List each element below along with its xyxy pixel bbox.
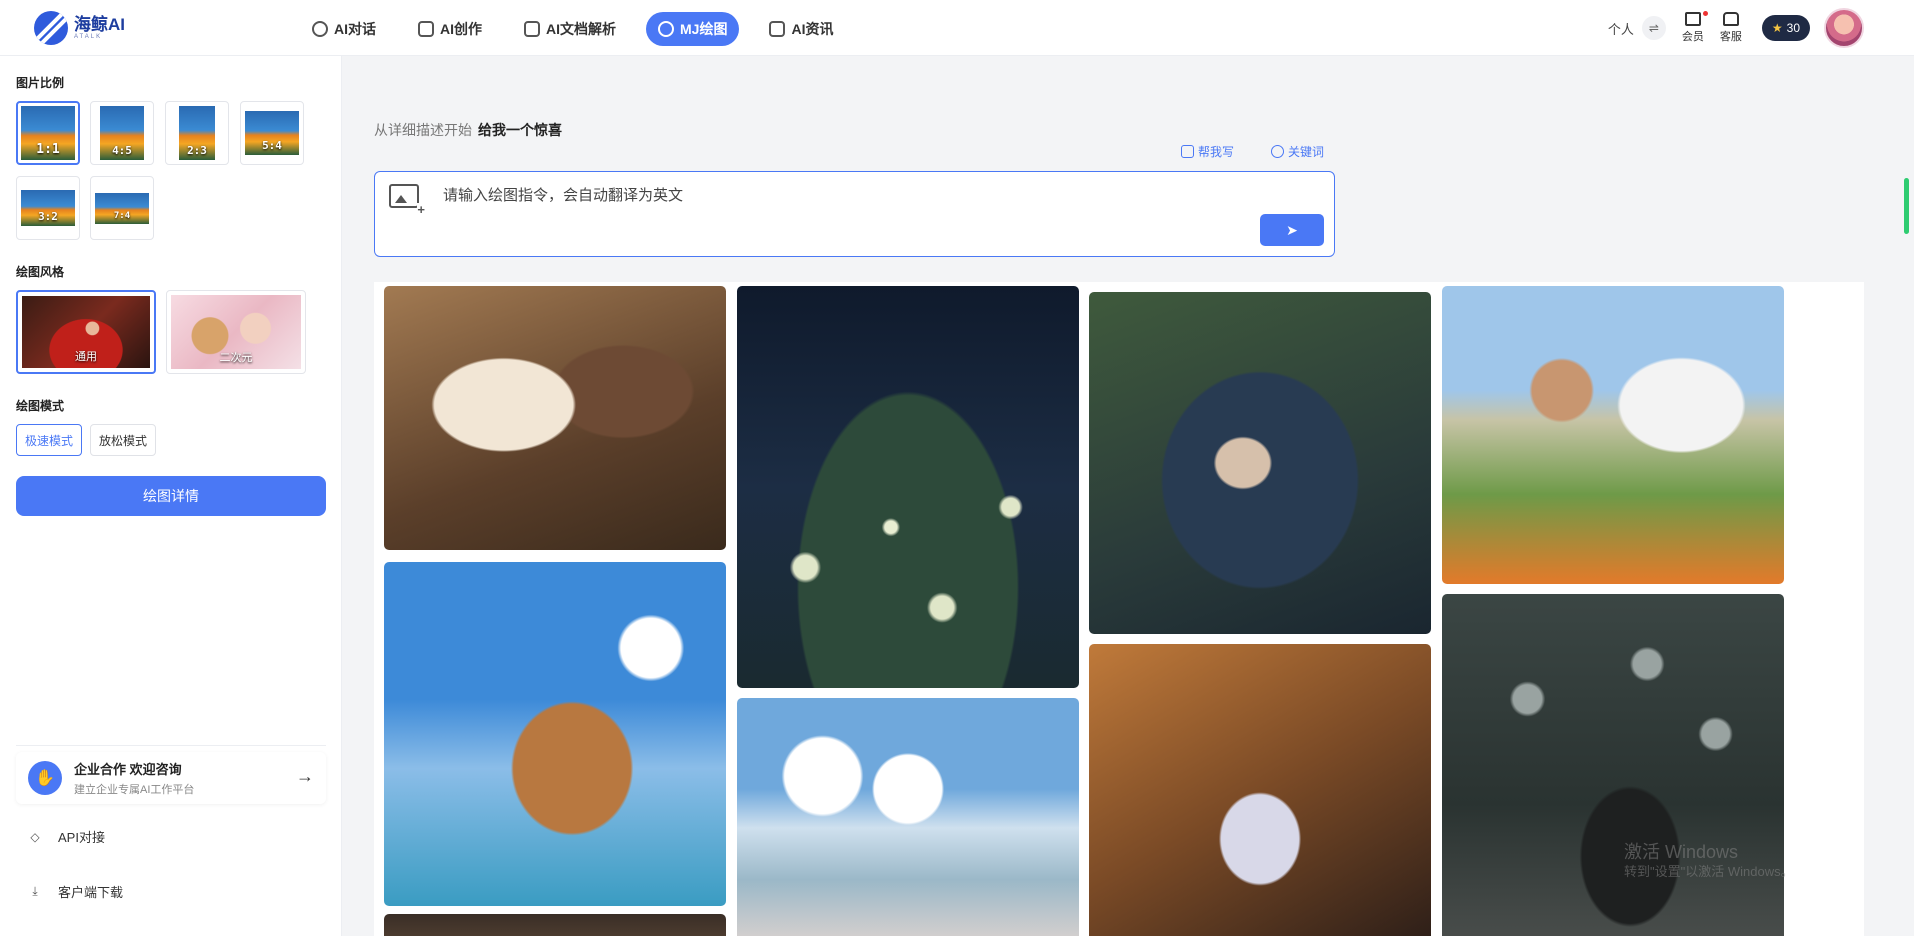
- gallery-image[interactable]: [384, 286, 726, 550]
- user-avatar[interactable]: [1824, 8, 1864, 48]
- main-nav: AI对话 AI创作 AI文档解析 MJ绘图 AI资讯: [300, 12, 863, 46]
- scrollbar-thumb[interactable]: [1904, 178, 1909, 234]
- nav-mj-drawing[interactable]: MJ绘图: [646, 12, 740, 46]
- watermark-line2: 转到"设置"以激活 Windows。: [1624, 863, 1794, 879]
- ratio-option-2-3[interactable]: 2:3: [165, 101, 229, 165]
- account-switch[interactable]: 个人 ⇌: [1608, 16, 1666, 40]
- ratio-thumbnail: 4:5: [100, 106, 144, 160]
- customer-service-button[interactable]: 客服: [1720, 12, 1742, 44]
- surprise-me-link[interactable]: 给我一个惊喜: [478, 122, 562, 138]
- enterprise-promo-card[interactable]: ✋ 企业合作 欢迎咨询 建立企业专属AI工作平台 →: [16, 752, 326, 804]
- logo[interactable]: 海鲸AI ATALK: [34, 11, 125, 45]
- personal-label: 个人: [1607, 21, 1634, 37]
- top-navigation-bar: 海鲸AI ATALK AI对话 AI创作 AI文档解析 MJ绘图 AI资讯 个人…: [0, 0, 1914, 56]
- send-button[interactable]: ➤: [1260, 214, 1324, 246]
- help-write-button[interactable]: 帮我写: [1181, 143, 1234, 160]
- crown-icon: [1684, 12, 1701, 26]
- mode-section-title: 绘图模式: [16, 399, 65, 413]
- api-icon: ◇: [30, 829, 40, 844]
- nav-label: MJ绘图: [680, 21, 728, 37]
- download-icon: ⤓: [32, 884, 38, 898]
- prompt-hint: 从详细描述开始 给我一个惊喜: [374, 120, 562, 140]
- style-thumbnail: 通用: [22, 296, 150, 368]
- nav-label: AI创作: [440, 21, 482, 37]
- gallery-image[interactable]: [737, 698, 1079, 936]
- ratio-option-3-2[interactable]: 3:2: [16, 176, 80, 240]
- pdf-icon: [524, 21, 540, 37]
- style-option-anime[interactable]: 二次元: [166, 290, 306, 374]
- ratio-thumbnail: 3:2: [21, 190, 75, 226]
- document-icon: [418, 21, 434, 37]
- edit-icon: [1181, 145, 1194, 158]
- style-option-general[interactable]: 通用: [16, 290, 156, 374]
- ratio-option-7-4[interactable]: 7:4: [90, 176, 154, 240]
- nav-ai-doc-parse[interactable]: AI文档解析: [512, 12, 628, 46]
- prompt-input[interactable]: [443, 180, 1223, 210]
- nav-ai-chat[interactable]: AI对话: [300, 12, 388, 46]
- settings-sidebar: 图片比例 1:1 4:5 2:3 5:4 3:2 7:4 绘图风格 通用 二次元…: [0, 56, 342, 936]
- drawing-details-button[interactable]: 绘图详情: [16, 476, 326, 516]
- gallery-image[interactable]: [384, 562, 726, 906]
- chat-icon: [312, 21, 328, 37]
- service-label: 客服: [1719, 31, 1742, 43]
- style-thumbnail: 二次元: [171, 295, 301, 369]
- gallery-image[interactable]: [737, 286, 1079, 688]
- ratio-option-1-1[interactable]: 1:1: [16, 101, 80, 165]
- logo-icon: [34, 11, 68, 45]
- sidebar-divider: [16, 745, 326, 746]
- keywords-label: 关键词: [1288, 145, 1325, 159]
- ratio-thumbnail: 7:4: [95, 192, 149, 224]
- image-gallery: [374, 282, 1864, 936]
- send-icon: ➤: [1286, 221, 1298, 238]
- style-section-title: 绘图风格: [16, 265, 65, 279]
- promo-subtitle: 建立企业专属AI工作平台: [74, 784, 195, 796]
- hint-prefix: 从详细描述开始: [374, 122, 472, 138]
- credits-badge[interactable]: ★ 30: [1761, 15, 1810, 41]
- windows-activation-watermark: 激活 Windows 转到"设置"以激活 Windows。: [1624, 842, 1794, 879]
- promo-title: 企业合作 欢迎咨询: [74, 762, 182, 777]
- logo-name: 海鲸AI: [74, 15, 125, 34]
- headset-icon: [1722, 12, 1739, 26]
- download-link-label: 客户端下载: [58, 885, 124, 900]
- nav-label: AI文档解析: [546, 21, 616, 37]
- star-icon: ★: [1771, 21, 1783, 35]
- ratio-thumbnail: 1:1: [21, 106, 75, 160]
- gallery-image[interactable]: [1442, 286, 1784, 584]
- help-write-label: 帮我写: [1198, 145, 1235, 159]
- news-icon: [769, 21, 786, 37]
- mode-relax-button[interactable]: 放松模式: [90, 424, 157, 456]
- ratio-thumbnail: 5:4: [245, 111, 299, 155]
- vip-label: 会员: [1681, 31, 1704, 43]
- keywords-button[interactable]: 关键词: [1271, 143, 1324, 160]
- arrow-right-icon: →: [296, 766, 314, 786]
- client-download-link[interactable]: ⤓ 客户端下载: [28, 882, 123, 901]
- palette-icon: [658, 21, 674, 37]
- nav-ai-create[interactable]: AI创作: [406, 12, 494, 46]
- ratio-option-4-5[interactable]: 4:5: [90, 101, 154, 165]
- header-right: 个人 ⇌ 会员 客服 ★ 30: [1608, 8, 1864, 48]
- api-link-label: API对接: [58, 830, 105, 845]
- api-integration-link[interactable]: ◇ API对接: [28, 827, 105, 846]
- gallery-image[interactable]: [1089, 644, 1431, 936]
- gallery-image[interactable]: [1442, 594, 1784, 936]
- swap-icon[interactable]: ⇌: [1641, 16, 1666, 40]
- gallery-image[interactable]: [1089, 292, 1431, 634]
- target-icon: [1271, 145, 1284, 158]
- logo-subtitle: ATALK: [74, 34, 103, 40]
- ratio-thumbnail: 2:3: [179, 106, 215, 160]
- gallery-image[interactable]: [384, 914, 726, 936]
- notification-dot: [1702, 11, 1708, 16]
- mode-fast-button[interactable]: 极速模式: [16, 424, 83, 456]
- ratio-option-5-4[interactable]: 5:4: [240, 101, 304, 165]
- nav-ai-news[interactable]: AI资讯: [757, 12, 845, 46]
- nav-label: AI资讯: [791, 21, 834, 37]
- upload-image-icon[interactable]: [389, 184, 425, 216]
- ratio-section-title: 图片比例: [16, 76, 65, 90]
- prompt-box: ➤: [374, 171, 1335, 257]
- watermark-line1: 激活 Windows: [1624, 842, 1739, 862]
- credits-count: 30: [1786, 21, 1800, 35]
- vip-button[interactable]: 会员: [1681, 11, 1708, 44]
- nav-label: AI对话: [334, 21, 376, 37]
- handshake-icon: ✋: [28, 761, 62, 795]
